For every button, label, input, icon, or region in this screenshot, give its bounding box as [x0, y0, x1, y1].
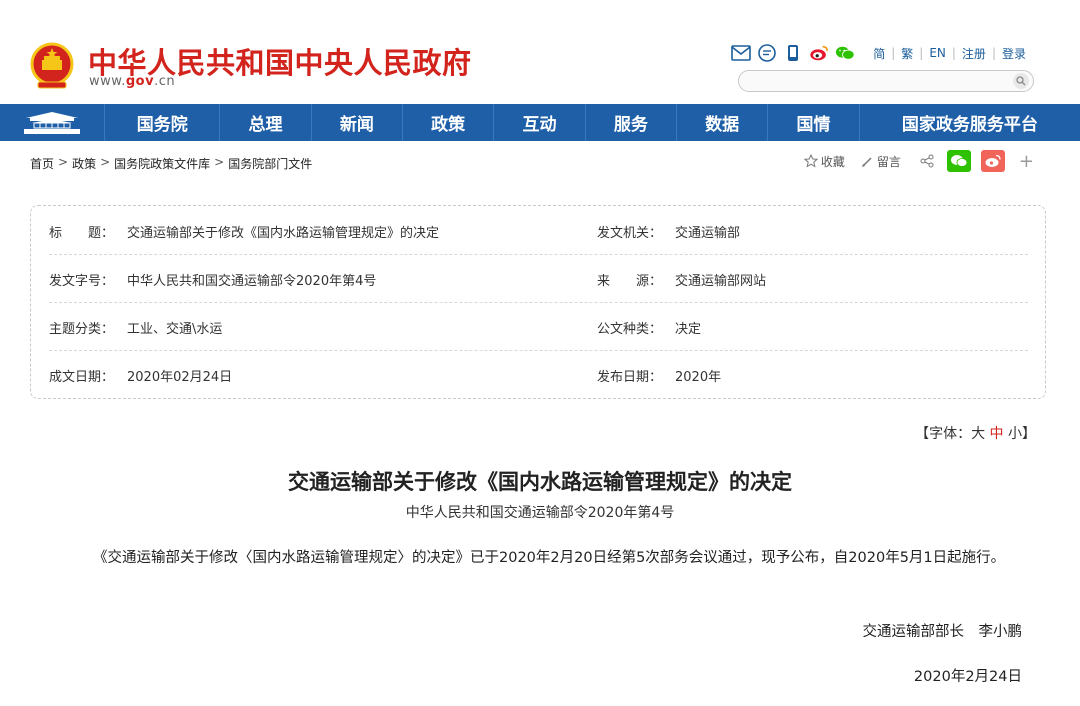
pen-icon [861, 156, 872, 167]
message-icon[interactable] [757, 43, 777, 63]
search-box [738, 70, 1034, 92]
share-icon[interactable] [917, 151, 937, 171]
breadcrumb-separator: > [214, 155, 225, 169]
favorite-label: 收藏 [820, 154, 845, 169]
breadcrumb-policy[interactable]: 政策 [72, 155, 96, 172]
article-subtitle: 中华人民共和国交通运输部令2020年第4号 [405, 505, 675, 521]
info-row: 成文日期： 2020年02月24日 发布日期： 2020年 [49, 350, 1028, 399]
article-signature: 交通运输部部长 李小鹏 [862, 624, 1023, 640]
comment-label: 留言 [876, 154, 901, 169]
plus-icon[interactable]: + [1019, 151, 1034, 172]
link-login[interactable]: 登录 [996, 45, 1032, 62]
nav-national-conditions[interactable]: 国情 [768, 104, 860, 141]
national-emblem-icon[interactable] [30, 42, 74, 90]
breadcrumb: 首页 > 政策 > 国务院政策文件库 > 国务院部门文件 [30, 155, 312, 172]
weibo-icon[interactable] [809, 43, 829, 63]
mobile-icon[interactable] [783, 43, 803, 63]
nav-services[interactable]: 服务 [586, 104, 677, 141]
font-control-suffix: 】 [1022, 426, 1036, 442]
font-size-control: 【字体：大 中 小】 [915, 423, 1036, 443]
link-traditional[interactable]: 繁 [895, 45, 919, 62]
issuer-value: 交通运输部 [675, 226, 741, 241]
site-header: 中华人民共和国中央人民政府 www.gov.cn 简 | 繁 | EN | 注册 | 登… [0, 0, 1080, 104]
source-value: 交通运输部网站 [675, 274, 767, 289]
share-bar: 收藏 留言 + [803, 150, 1034, 172]
url-suffix: .cn [154, 74, 176, 89]
main-nav: 国务院 总理 新闻 政策 互动 服务 数据 国情 国家政务服务平台 [0, 104, 1080, 141]
site-url[interactable]: www.gov.cn [89, 74, 175, 89]
publish-date-label: 发布日期： [597, 370, 663, 385]
url-domain: gov [125, 74, 155, 89]
info-row: 标 题： 交通运输部关于修改《国内水路运输管理规定》的决定 发文机关： 交通运输… [49, 206, 1028, 255]
breadcrumb-separator: > [58, 155, 69, 169]
comment-button[interactable]: 留言 [861, 153, 901, 170]
nav-interaction[interactable]: 互动 [494, 104, 586, 141]
article-body: 《交通运输部关于修改〈国内水路运输管理规定〉的决定》已于2020年2月20日经第… [93, 550, 1006, 566]
title-value: 交通运输部关于修改《国内水路运输管理规定》的决定 [127, 226, 440, 241]
article-title: 交通运输部关于修改《国内水路运输管理规定》的决定 [288, 470, 792, 494]
breadcrumb-separator: > [100, 155, 111, 169]
tiananmen-home-icon[interactable] [0, 104, 106, 141]
wechat-icon[interactable] [835, 43, 855, 63]
link-register[interactable]: 注册 [956, 45, 992, 62]
link-english[interactable]: EN [923, 46, 952, 60]
nav-data[interactable]: 数据 [677, 104, 769, 141]
article-date: 2020年2月24日 [913, 669, 1022, 685]
issuer-label: 发文机关： [597, 226, 663, 241]
favorite-button[interactable]: 收藏 [803, 153, 845, 170]
topic-value: 工业、交通\水运 [127, 322, 223, 337]
nav-state-council[interactable]: 国务院 [105, 104, 221, 141]
info-row: 发文字号： 中华人民共和国交通运输部令2020年第4号 来 源： 交通运输部网站 [49, 254, 1028, 303]
doc-number-value: 中华人民共和国交通运输部令2020年第4号 [127, 274, 377, 289]
doc-type-label: 公文种类： [597, 322, 663, 337]
source-label: 来 源： [597, 274, 663, 289]
search-icon[interactable] [1013, 73, 1029, 89]
nav-policy[interactable]: 政策 [403, 104, 495, 141]
top-links: 简 | 繁 | EN | 注册 | 登录 [867, 45, 1032, 62]
top-toolbar: 简 | 繁 | EN | 注册 | 登录 [731, 43, 1032, 63]
search-input[interactable] [749, 71, 1009, 91]
doc-type-value: 决定 [675, 322, 702, 337]
weibo-share-icon[interactable] [980, 150, 1005, 172]
breadcrumb-policy-library[interactable]: 国务院政策文件库 [114, 155, 210, 172]
breadcrumb-department-docs[interactable]: 国务院部门文件 [228, 155, 312, 172]
info-row: 主题分类： 工业、交通\水运 公文种类： 决定 [49, 302, 1028, 351]
font-medium-button[interactable]: 中 [990, 426, 1004, 442]
topic-label: 主题分类： [49, 322, 115, 337]
link-simplified[interactable]: 简 [867, 45, 891, 62]
written-date-value: 2020年02月24日 [127, 370, 233, 385]
font-small-button[interactable]: 小 [1008, 426, 1022, 442]
publish-date-value: 2020年 [675, 370, 722, 385]
font-large-button[interactable]: 大 [971, 426, 985, 442]
doc-number-label: 发文字号： [49, 274, 115, 289]
nav-premier[interactable]: 总理 [220, 104, 312, 141]
document-info-table: 标 题： 交通运输部关于修改《国内水路运输管理规定》的决定 发文机关： 交通运输… [30, 205, 1046, 399]
mail-icon[interactable] [731, 43, 751, 63]
nav-gov-service-platform[interactable]: 国家政务服务平台 [860, 104, 1080, 141]
title-label: 标 题： [49, 226, 115, 241]
wechat-share-icon[interactable] [946, 150, 971, 172]
font-control-prefix: 【字体： [915, 426, 972, 442]
star-icon [803, 154, 818, 168]
url-prefix: www. [89, 74, 126, 89]
written-date-label: 成文日期： [49, 370, 115, 385]
breadcrumb-home[interactable]: 首页 [30, 155, 54, 172]
nav-news[interactable]: 新闻 [312, 104, 404, 141]
